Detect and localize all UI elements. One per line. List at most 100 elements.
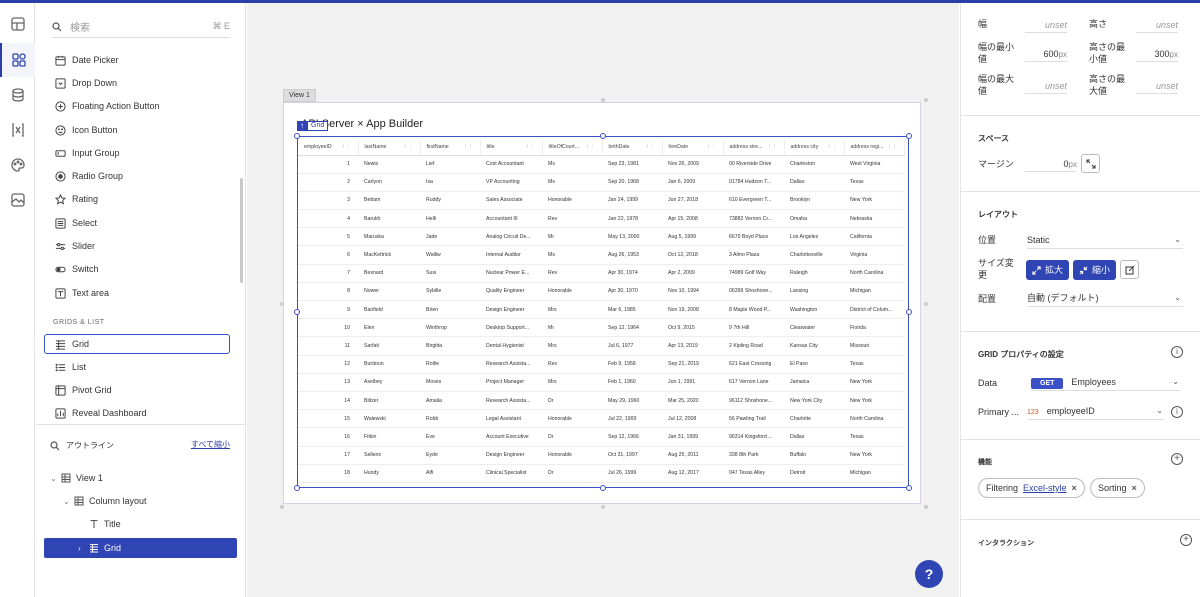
grid-column-header[interactable]: titleOfCourt... ↑ ⋮ [542,139,603,156]
view-handle[interactable] [924,98,928,102]
component-select[interactable]: Select [54,212,97,234]
table-cell[interactable]: May 29, 1960 [602,391,662,411]
table-cell[interactable]: Sarfati [358,336,420,356]
table-cell[interactable]: Birgitta [420,336,480,356]
table-cell[interactable]: Texas [844,173,904,192]
table-cell[interactable]: Research Assista... [480,391,542,411]
table-row[interactable]: 1 Newis Lief Cost Accountant Ms Sep 23, 1981 N… [298,155,904,174]
grid-column-header[interactable]: address stre... ↑ ⋮ [723,139,785,156]
sort-menu-icon[interactable]: ↑ ⋮ [342,144,351,150]
primary-key-select[interactable]: 123 employeeID ⌄ [1027,402,1165,420]
view-1-frame[interactable]: API Server × App Builder ↑ Grid employeeI… [283,102,921,504]
table-cell[interactable]: Mr [542,318,602,338]
table-cell[interactable]: Clearwater [784,318,844,338]
table-cell[interactable]: Sales Associate [480,191,542,211]
table-cell[interactable]: Texas [844,427,904,447]
table-cell[interactable]: Jun 27, 2018 [662,191,723,211]
align-select[interactable]: 自動 (デフォルト) ⌄ [1027,289,1183,307]
table-cell[interactable]: Dr [542,427,602,447]
table-cell[interactable]: Dr [542,464,602,483]
table-row[interactable]: 10 Elen Winthrop Desktop Support... Mr Sep 12… [298,318,904,338]
sort-menu-icon[interactable]: ↑ ⋮ [464,144,473,150]
table-cell[interactable]: Charlotte [784,409,844,429]
table-cell[interactable]: 73882 Vernon Cr... [723,209,784,229]
table-cell[interactable]: Susi [420,264,480,283]
variables-icon[interactable] [0,113,35,147]
component-fab[interactable]: Floating Action Button [54,95,160,117]
table-cell[interactable]: Sep 23, 1981 [602,155,662,174]
table-cell[interactable]: Quality Engineer [480,282,542,302]
sort-menu-icon[interactable]: ↑ ⋮ [828,144,837,150]
table-cell[interactable]: Honorable [542,191,602,211]
view-handle[interactable] [601,505,605,509]
table-cell[interactable]: Nov 19, 2008 [662,300,723,320]
table-cell[interactable]: Rev [542,209,602,229]
shrink-button[interactable]: 縮小 [1073,260,1117,280]
table-cell[interactable]: Project Manager [480,373,542,392]
table-cell[interactable]: North Carolina [844,409,904,429]
outline-item-column-layout[interactable]: ⌄ Column layout [63,491,147,511]
table-cell[interactable]: 10 [298,318,358,338]
table-cell[interactable]: Charleston [784,155,844,174]
resize-handle[interactable] [294,485,300,491]
sort-menu-icon[interactable]: ↑ ⋮ [768,144,777,150]
table-cell[interactable]: 6670 Boyd Place [723,227,784,247]
table-cell[interactable]: Account Executive [480,427,542,447]
table-cell[interactable]: Omaha [784,209,844,229]
filter-mode-link[interactable]: Excel-style [1023,483,1067,493]
table-cell[interactable]: Research Assista... [480,355,542,374]
assets-icon[interactable] [0,183,35,217]
table-cell[interactable]: Rollie [420,355,480,374]
resize-handle[interactable] [906,485,912,491]
add-feature-icon[interactable]: + [1171,453,1183,465]
table-cell[interactable]: 1 [298,155,358,174]
info-icon[interactable]: i [1171,406,1183,418]
table-cell[interactable]: 3 Almo Plaza [723,245,784,265]
table-cell[interactable]: 6 [298,245,358,265]
max-height-input[interactable]: unset [1136,78,1178,94]
table-cell[interactable]: 15 [298,409,358,429]
table-cell[interactable]: Winthrop [420,318,480,338]
table-cell[interactable]: Rev [542,355,602,374]
position-select[interactable]: Static ⌄ [1027,231,1183,249]
table-cell[interactable]: Alfi [420,464,480,483]
table-cell[interactable]: Apr 30, 1974 [602,264,662,283]
component-reveal-dashboard[interactable]: Reveal Dashboard [54,402,147,424]
table-cell[interactable]: 2 [298,173,358,192]
sort-menu-icon[interactable]: ↑ ⋮ [646,144,655,150]
table-cell[interactable]: District of Colum... [844,300,904,320]
table-row[interactable]: 16 Fitkin Eve Account Executive Dr Sep 12, 19… [298,427,904,447]
table-cell[interactable]: Jun 1, 1991 [662,373,723,392]
table-row[interactable]: 4 Barukh Helli Accountant III Rev Jan 22, 197… [298,209,904,229]
table-cell[interactable]: Nov 26, 2009 [662,155,723,174]
table-cell[interactable]: MacKettrick [358,245,420,265]
table-cell[interactable]: Texas [844,355,904,374]
table-cell[interactable]: 5 [298,227,358,247]
table-cell[interactable]: Clinical Specialist [480,464,542,483]
table-cell[interactable]: 2 Kipling Road [723,336,784,356]
table-cell[interactable]: West Virginia [844,155,904,174]
table-cell[interactable]: Apr 15, 2008 [662,209,723,229]
component-text-area[interactable]: Text area [54,282,109,304]
min-width-input[interactable]: 600px [1025,46,1067,62]
table-cell[interactable]: Aug 25, 2011 [662,446,723,465]
table-cell[interactable]: New York [844,391,904,411]
table-cell[interactable]: Eve [420,427,480,447]
min-height-input[interactable]: 300px [1136,46,1178,62]
table-row[interactable]: 17 Sellens Eyde Design Engineer Honorable Oct… [298,446,904,465]
table-cell[interactable]: Detroit [784,464,844,483]
sorting-chip[interactable]: Sorting × [1090,478,1145,498]
sort-menu-icon[interactable]: ↑ ⋮ [404,144,413,150]
table-cell[interactable]: Ruddy [420,191,480,211]
chevron-down-icon[interactable]: ⌄ [63,497,73,506]
table-cell[interactable]: Banfield [358,300,420,320]
table-row[interactable]: 13 Axelbey Moses Project Manager Mrs Feb 1, 1… [298,373,904,392]
table-cell[interactable]: Honorable [542,446,602,465]
component-list[interactable]: List [54,356,86,378]
table-cell[interactable]: Amalia [420,391,480,411]
table-cell[interactable]: Lansing [784,282,844,302]
table-cell[interactable]: Cost Accountant [480,155,542,174]
table-cell[interactable]: Sellens [358,446,420,465]
grid-column-header[interactable]: lastName ↑ ⋮ [358,139,421,156]
table-cell[interactable]: North Carolina [844,264,904,283]
